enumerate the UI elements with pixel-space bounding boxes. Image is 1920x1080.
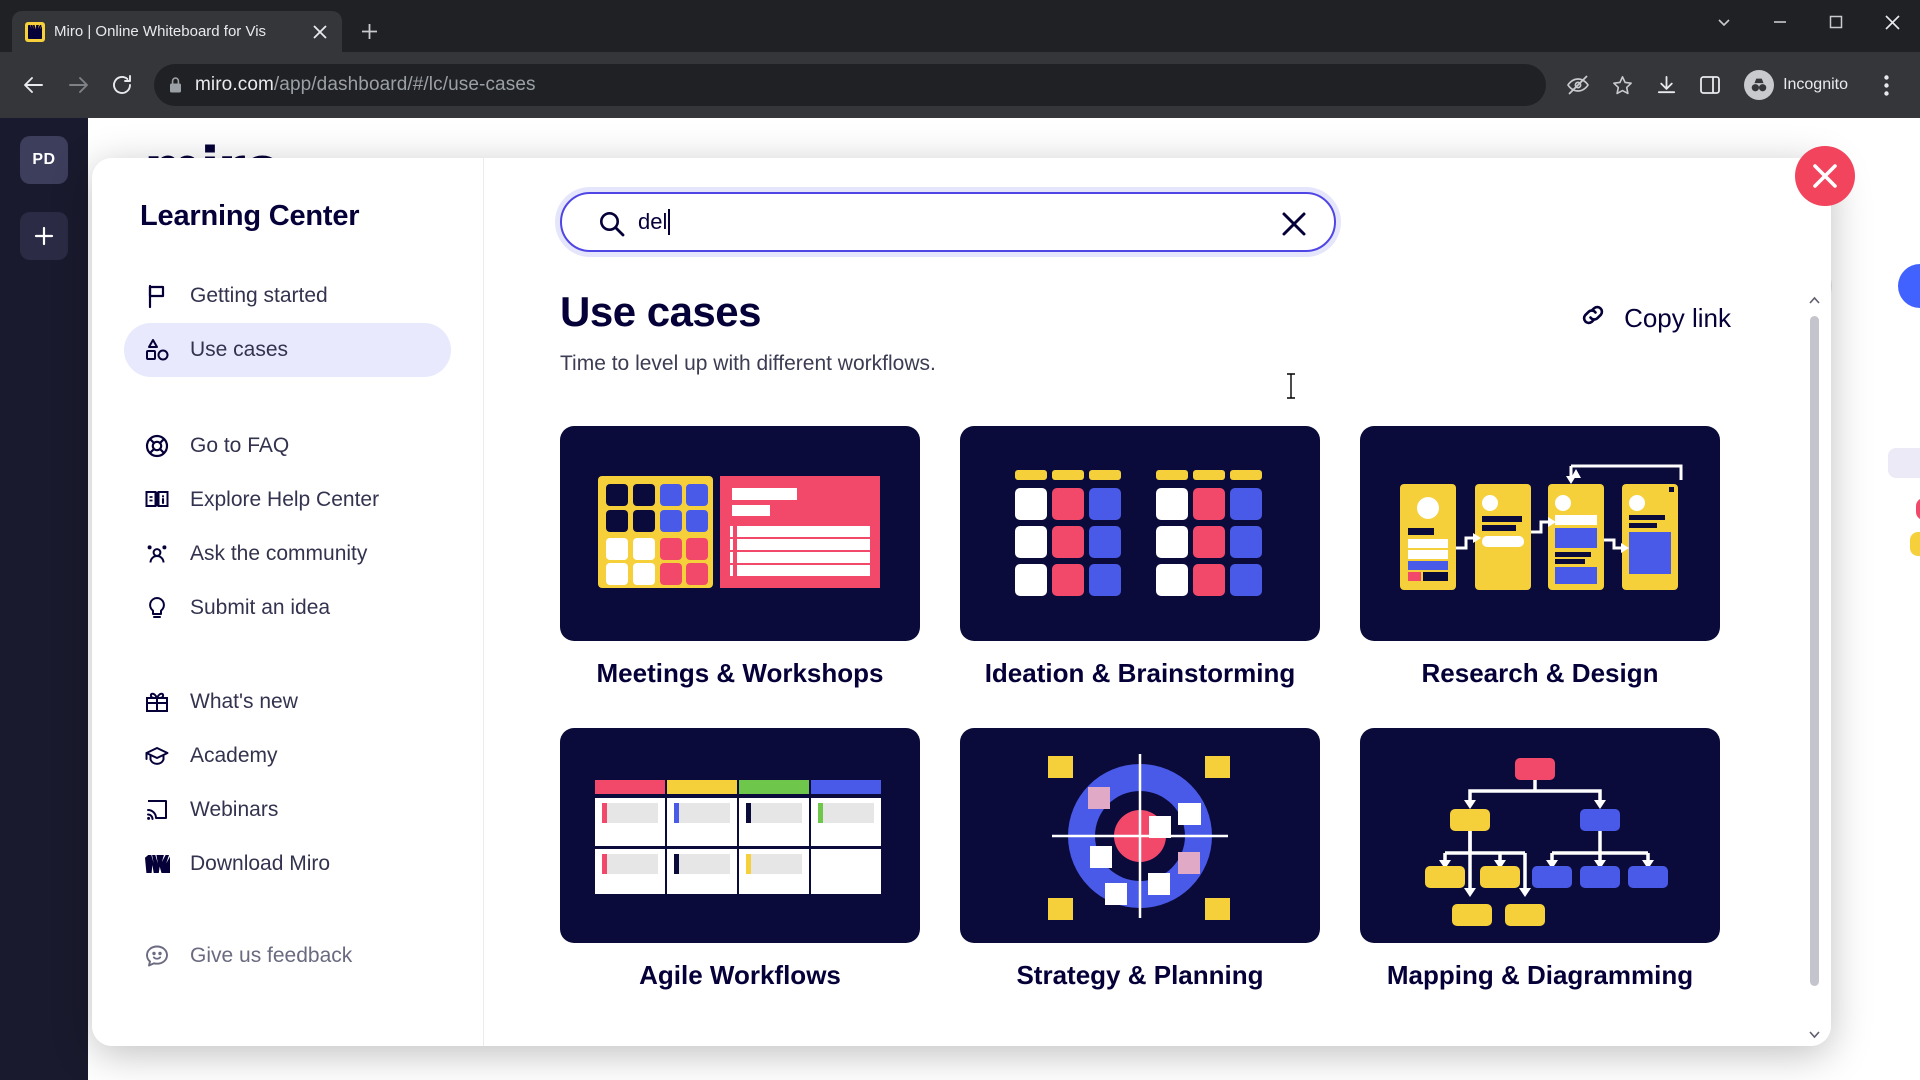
- learning-center-sidebar: Learning Center Getting started Use case…: [92, 158, 484, 1046]
- close-icon: [1813, 164, 1837, 188]
- copy-link-button[interactable]: Copy link: [1578, 300, 1731, 337]
- text-caret: [668, 209, 671, 235]
- sidebar-footer: Give us feedback: [124, 929, 451, 983]
- graduation-cap-icon: [142, 741, 172, 771]
- content-header: Use cases Time to level up with differen…: [560, 288, 1831, 376]
- card-label: Agile Workflows: [639, 960, 841, 991]
- flag-icon: [142, 281, 172, 311]
- sidebar-divider-1: [124, 377, 451, 419]
- use-case-card-research[interactable]: Research & Design: [1360, 426, 1720, 688]
- card-thumbnail: [560, 426, 920, 641]
- use-case-card-strategy[interactable]: Strategy & Planning: [960, 728, 1320, 990]
- gift-icon: [142, 687, 172, 717]
- card-thumbnail: [1360, 728, 1720, 944]
- use-case-card-mapping[interactable]: Mapping & Diagramming: [1360, 728, 1720, 990]
- sidebar-item-label: Give us feedback: [190, 944, 353, 967]
- search-box[interactable]: del: [560, 192, 1336, 252]
- sidebar-item-webinars[interactable]: Webinars: [124, 783, 451, 837]
- sidebar-item-label: Ask the community: [190, 542, 368, 565]
- sidebar-item-label: Webinars: [190, 798, 279, 821]
- use-cases-content: Use cases Time to level up with differen…: [484, 288, 1831, 1046]
- search-icon: [598, 210, 626, 243]
- card-label: Research & Design: [1421, 658, 1659, 688]
- clear-search-button[interactable]: [1280, 210, 1308, 238]
- use-case-grid: Meetings & Workshops Ideation & Brainsto…: [560, 426, 1831, 990]
- sidebar-divider-2: [124, 635, 451, 675]
- sidebar-item-go-to-faq[interactable]: Go to FAQ: [124, 419, 451, 473]
- sidebar-item-getting-started[interactable]: Getting started: [124, 269, 451, 323]
- sidebar-item-label: Use cases: [190, 338, 289, 361]
- learning-center-main: del Use cases Time to level up with diff…: [484, 158, 1831, 1046]
- sidebar-item-label: Getting started: [190, 284, 328, 307]
- card-label: Mapping & Diagramming: [1386, 960, 1694, 991]
- lifebuoy-icon: [142, 431, 172, 461]
- sidebar-item-use-cases[interactable]: Use cases: [124, 323, 451, 377]
- sidebar-item-explore-help-center[interactable]: Explore Help Center: [124, 473, 451, 527]
- search-area: del: [484, 158, 1831, 252]
- miro-logo-icon: [142, 849, 172, 879]
- page-subtitle: Time to level up with different workflow…: [560, 352, 936, 375]
- scroll-up-icon[interactable]: [1807, 292, 1821, 308]
- shapes-icon: [142, 335, 172, 365]
- use-case-card-agile[interactable]: Agile Workflows: [560, 728, 920, 990]
- card-thumbnail: [560, 728, 920, 944]
- feedback-smiley-icon: [142, 941, 172, 971]
- card-label: Meetings & Workshops: [596, 658, 884, 688]
- clear-x-icon: [1282, 212, 1306, 236]
- card-thumbnail: [960, 728, 1320, 944]
- search-value-display: del: [638, 209, 671, 235]
- use-case-card-meetings[interactable]: Meetings & Workshops: [560, 426, 920, 688]
- card-label: Ideation & Brainstorming: [984, 658, 1296, 688]
- sidebar-item-label: Submit an idea: [190, 596, 331, 619]
- close-modal-button[interactable]: [1795, 146, 1855, 206]
- sidebar-item-whats-new[interactable]: What's new: [124, 675, 451, 729]
- sidebar-item-give-us-feedback[interactable]: Give us feedback: [124, 929, 451, 983]
- people-icon: [142, 539, 172, 569]
- sidebar-item-download-miro[interactable]: Download Miro: [124, 837, 451, 891]
- modal-title: Learning Center: [140, 200, 360, 232]
- sidebar-item-academy[interactable]: Academy: [124, 729, 451, 783]
- sidebar-item-label: Explore Help Center: [190, 488, 380, 511]
- sidebar-nav: Getting started Use cases Go to FAQ Expl…: [92, 269, 483, 983]
- sidebar-item-label: Academy: [190, 744, 278, 767]
- sidebar-item-label: Download Miro: [190, 852, 331, 875]
- browser-window: Miro | Online Whiteboard for Vis miro.co…: [0, 0, 1920, 1080]
- sidebar-item-submit-an-idea[interactable]: Submit an idea: [124, 581, 451, 635]
- page-title: Use cases: [560, 288, 762, 335]
- card-thumbnail: [960, 426, 1320, 641]
- book-info-icon: [142, 485, 172, 515]
- sidebar-item-ask-the-community[interactable]: Ask the community: [124, 527, 451, 581]
- sidebar-item-label: What's new: [190, 690, 298, 713]
- content-heading-block: Use cases Time to level up with differen…: [560, 288, 936, 376]
- webinar-screen-icon: [142, 795, 172, 825]
- copy-link-label: Copy link: [1624, 303, 1731, 333]
- search-input[interactable]: del: [638, 209, 667, 235]
- sidebar-item-label: Go to FAQ: [190, 434, 290, 457]
- card-thumbnail: [1360, 426, 1720, 641]
- scroll-down-icon[interactable]: [1807, 1026, 1821, 1042]
- content-scrollbar[interactable]: [1807, 286, 1821, 1046]
- use-case-card-ideation[interactable]: Ideation & Brainstorming: [960, 426, 1320, 688]
- learning-center-modal: Learning Center Getting started Use case…: [92, 158, 1831, 1046]
- scrollbar-thumb[interactable]: [1810, 316, 1819, 986]
- card-label: Strategy & Planning: [1016, 960, 1264, 991]
- link-chain-icon: [1578, 300, 1608, 337]
- lightbulb-icon: [142, 593, 172, 623]
